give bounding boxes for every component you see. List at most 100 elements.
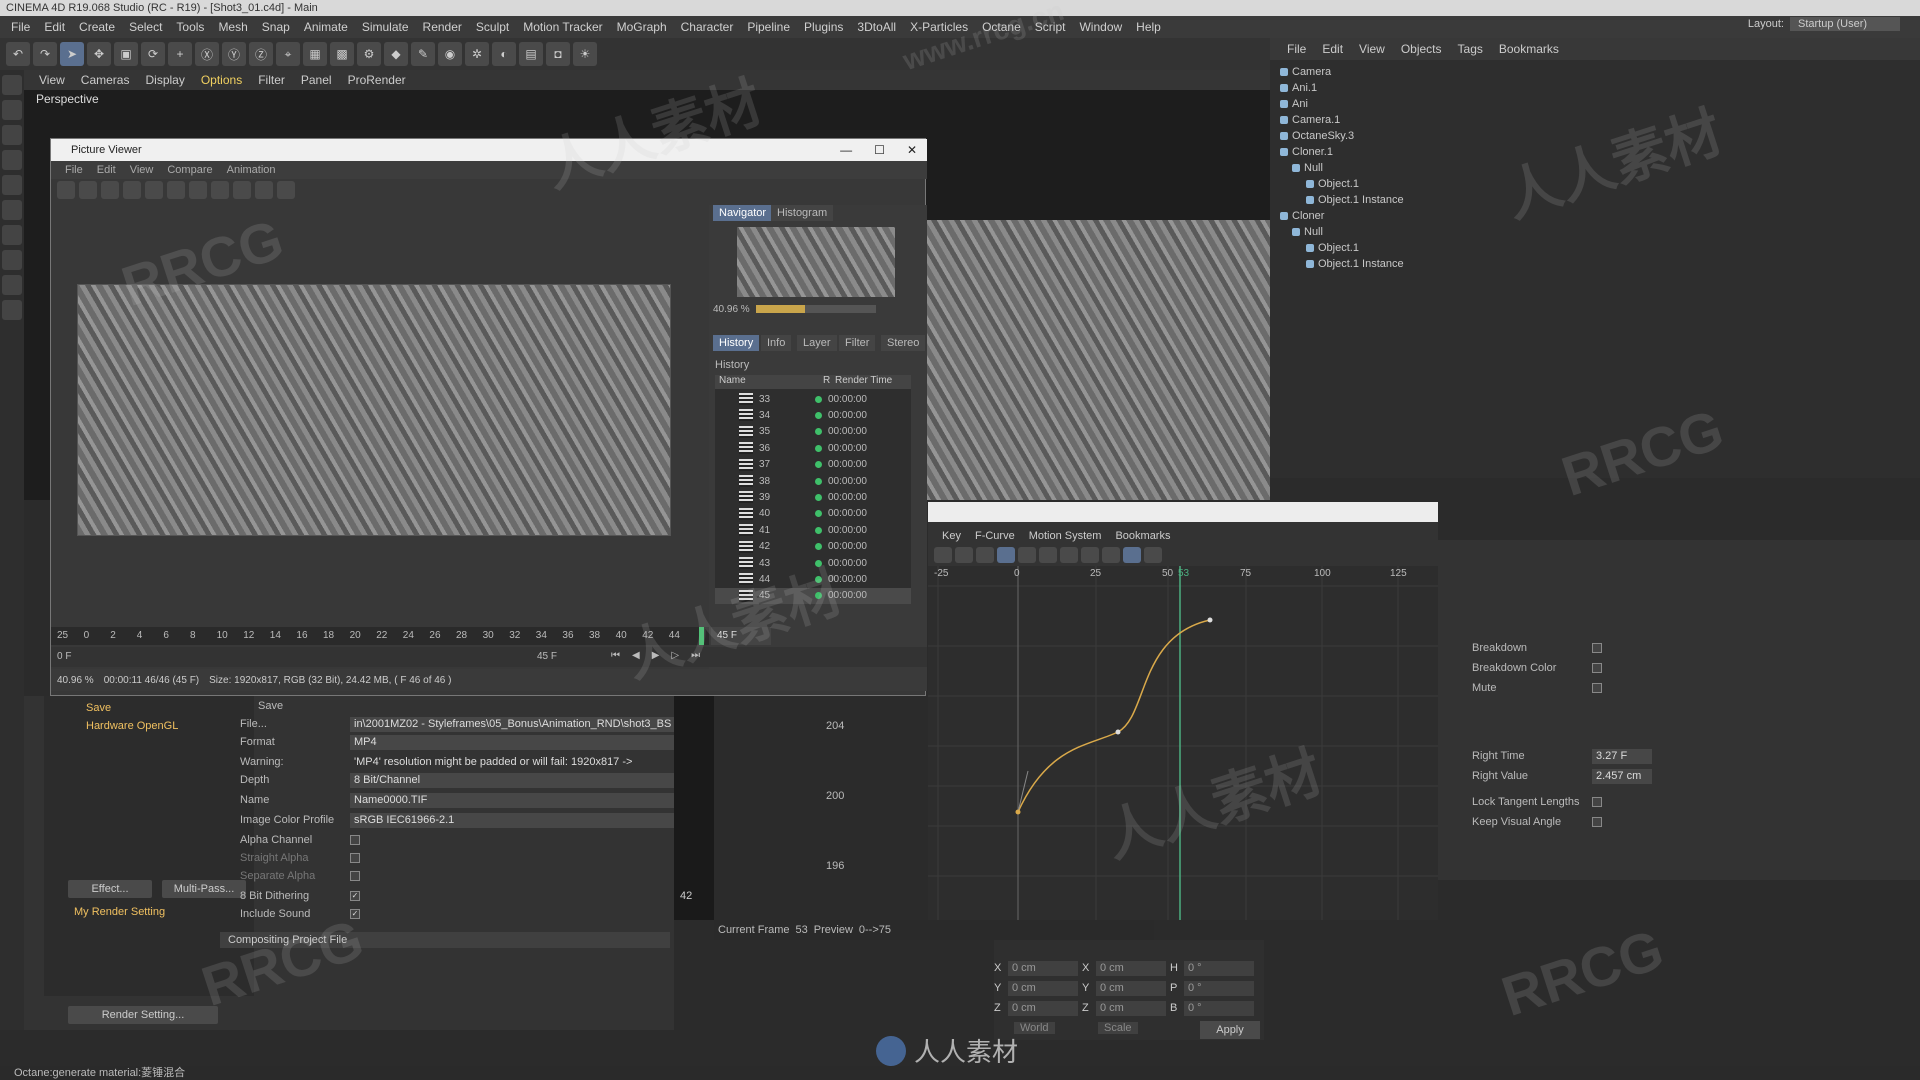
object-row[interactable]: Ani.1: [1280, 80, 1317, 96]
effect-button[interactable]: Effect...: [68, 880, 152, 898]
linear-icon[interactable]: [1018, 547, 1036, 563]
history-row[interactable]: 36 00:00:00: [715, 440, 911, 456]
object-row[interactable]: OctaneSky.3: [1280, 128, 1354, 144]
first-frame-icon[interactable]: ⏮: [611, 650, 620, 661]
points-mode-icon[interactable]: [2, 125, 22, 145]
polygons-mode-icon[interactable]: [2, 175, 22, 195]
layout-dropdown[interactable]: Startup (User): [1790, 17, 1900, 31]
f-curve-graph[interactable]: -25 0 25 50 53 75 100 125: [928, 566, 1438, 920]
name-dropdown[interactable]: Name0000.TIF: [350, 792, 690, 808]
y-axis-icon[interactable]: Ⓨ: [222, 42, 246, 66]
om-menu-objects[interactable]: Objects: [1394, 42, 1449, 56]
breakdown-color-checkbox[interactable]: [1592, 663, 1602, 673]
axis-mode-icon[interactable]: [2, 200, 22, 220]
frame-all-icon[interactable]: [997, 547, 1015, 563]
prev-frame-icon[interactable]: ◀: [632, 650, 640, 661]
vp-menu-display[interactable]: Display: [138, 73, 191, 87]
menu-plugins[interactable]: Plugins: [797, 20, 850, 34]
multi-pass-button[interactable]: Multi-Pass...: [162, 880, 246, 898]
key-mode-icon[interactable]: [934, 547, 952, 563]
object-row[interactable]: Ani: [1280, 96, 1308, 112]
include-sound-checkbox[interactable]: ✓: [350, 909, 360, 919]
om-menu-file[interactable]: File: [1280, 42, 1313, 56]
straight-alpha-checkbox[interactable]: [350, 853, 360, 863]
undo-icon[interactable]: ↶: [6, 42, 30, 66]
history-row[interactable]: 34 00:00:00: [715, 407, 911, 423]
object-row[interactable]: Camera.1: [1280, 112, 1340, 128]
snap-keys-icon[interactable]: [1123, 547, 1141, 563]
coord-field[interactable]: 0 cm: [1096, 1000, 1166, 1016]
history-row[interactable]: 33 00:00:00: [715, 391, 911, 407]
vp-menu-cameras[interactable]: Cameras: [74, 73, 137, 87]
render-icon[interactable]: [123, 181, 141, 199]
coord-field[interactable]: 0 cm: [1008, 980, 1078, 996]
object-row[interactable]: Object.1 Instance: [1306, 256, 1404, 272]
om-menu-edit[interactable]: Edit: [1315, 42, 1350, 56]
coord-size-dropdown[interactable]: Scale: [1098, 1022, 1138, 1034]
history-row[interactable]: 39 00:00:00: [715, 489, 911, 505]
end-frame-field[interactable]: 45 F: [537, 651, 557, 662]
menu-octane[interactable]: Octane: [975, 20, 1028, 34]
coord-field[interactable]: 0 °: [1184, 980, 1254, 996]
vp-menu-filter[interactable]: Filter: [251, 73, 292, 87]
om-menu-view[interactable]: View: [1352, 42, 1392, 56]
select-icon[interactable]: ➤: [60, 42, 84, 66]
tab-navigator[interactable]: Navigator: [713, 205, 773, 221]
coord-field[interactable]: 0 cm: [1096, 960, 1166, 976]
pv-menu-file[interactable]: File: [59, 164, 89, 176]
history-row[interactable]: 44 00:00:00: [715, 571, 911, 587]
menu-pipeline[interactable]: Pipeline: [740, 20, 797, 34]
spline-icon[interactable]: [1039, 547, 1057, 563]
coord-field[interactable]: 0 cm: [1008, 1000, 1078, 1016]
right-value-field[interactable]: 2.457 cm: [1592, 768, 1652, 784]
menu-mograph[interactable]: MoGraph: [610, 20, 674, 34]
array-icon[interactable]: ✲: [465, 42, 489, 66]
z-axis-icon[interactable]: Ⓩ: [249, 42, 273, 66]
deformer-icon[interactable]: ◐: [492, 42, 516, 66]
menu-create[interactable]: Create: [72, 20, 122, 34]
menu-snap[interactable]: Snap: [255, 20, 297, 34]
lock-tangent-checkbox[interactable]: [1592, 797, 1602, 807]
tweak-mode-icon[interactable]: [2, 225, 22, 245]
rotate-icon[interactable]: ⟳: [141, 42, 165, 66]
menu-help[interactable]: Help: [1129, 20, 1168, 34]
menu-render[interactable]: Render: [416, 20, 469, 34]
save-icon[interactable]: [79, 181, 97, 199]
object-row[interactable]: Cloner: [1280, 208, 1324, 224]
rendered-image[interactable]: [77, 284, 671, 536]
coord-field[interactable]: 0 °: [1184, 1000, 1254, 1016]
scale-icon[interactable]: ▣: [114, 42, 138, 66]
coordinate-system-icon[interactable]: ⌖: [276, 42, 300, 66]
texture-mode-icon[interactable]: [2, 100, 22, 120]
copy-icon[interactable]: [101, 181, 119, 199]
fit-icon[interactable]: [233, 181, 251, 199]
history-row[interactable]: 43 00:00:00: [715, 555, 911, 571]
format-dropdown[interactable]: MP4: [350, 734, 690, 750]
history-row[interactable]: 42 00:00:00: [715, 539, 911, 555]
link-icon[interactable]: [976, 547, 994, 563]
pv-menu-edit[interactable]: Edit: [91, 164, 122, 176]
tab-layer[interactable]: Layer: [797, 335, 837, 351]
menu-animate[interactable]: Animate: [297, 20, 355, 34]
last-frame-icon[interactable]: ⏭: [691, 650, 700, 661]
vp-menu-panel[interactable]: Panel: [294, 73, 339, 87]
record-icon[interactable]: [955, 547, 973, 563]
menu-character[interactable]: Character: [674, 20, 741, 34]
menu-script[interactable]: Script: [1028, 20, 1073, 34]
object-row[interactable]: Object.1: [1306, 240, 1359, 256]
object-row[interactable]: Object.1 Instance: [1306, 192, 1404, 208]
tangent-icon[interactable]: [1102, 547, 1120, 563]
render-picture-viewer-icon[interactable]: ▩: [330, 42, 354, 66]
menu-tools[interactable]: Tools: [169, 20, 211, 34]
history-row[interactable]: 35 00:00:00: [715, 424, 911, 440]
color-profile-field[interactable]: sRGB IEC61966-2.1: [350, 812, 690, 828]
edges-mode-icon[interactable]: [2, 150, 22, 170]
tl-menu-motion-system[interactable]: Motion System: [1023, 530, 1108, 542]
swap-icon[interactable]: [189, 181, 207, 199]
zoom-slider[interactable]: [755, 305, 876, 313]
object-row[interactable]: Null: [1292, 160, 1323, 176]
object-row[interactable]: Null: [1292, 224, 1323, 240]
vp-menu-options[interactable]: Options: [194, 73, 249, 87]
ease-icon[interactable]: [1060, 547, 1078, 563]
model-mode-icon[interactable]: [2, 75, 22, 95]
